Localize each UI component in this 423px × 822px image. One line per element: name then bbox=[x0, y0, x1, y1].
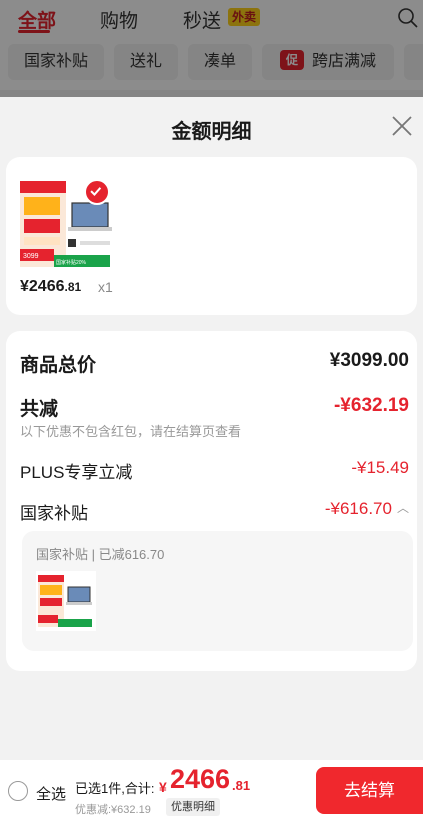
total-price-label: 商品总价 bbox=[20, 355, 97, 376]
sheet-title: 金额明细 bbox=[171, 121, 252, 143]
item-price-main: ¥2466 bbox=[20, 278, 65, 295]
discount-summary: 优惠减:¥632.19 bbox=[75, 804, 151, 816]
total-amount-decimal: .81 bbox=[232, 778, 251, 793]
plus-discount-value: -¥15.49 bbox=[351, 458, 409, 477]
item-quantity: x1 bbox=[98, 279, 113, 295]
check-badge bbox=[84, 179, 110, 205]
discount-label: 共减 bbox=[20, 399, 59, 420]
item-price-decimal: .81 bbox=[64, 280, 82, 294]
amount-detail-sheet: 金额明细 3099 国家补贴20% ¥2466.81 x1 商品总价 ¥3099… bbox=[0, 97, 423, 760]
discount-note: 以下优惠不包含红包，请在结算页查看 bbox=[20, 424, 242, 439]
subsidy-detail-text: 国家补贴 | 已减616.70 bbox=[36, 547, 165, 562]
select-all-radio[interactable] bbox=[8, 781, 28, 801]
checkout-button[interactable]: 去结算 bbox=[316, 767, 423, 814]
price-summary-card: 商品总价 ¥3099.00 共减 -¥632.19 以下优惠不包含红包，请在结算… bbox=[6, 331, 417, 671]
product-card: 3099 国家补贴20% ¥2466.81 x1 bbox=[6, 157, 417, 315]
national-subsidy-value: -¥616.70 bbox=[324, 499, 392, 518]
item-price: ¥2466.81 bbox=[20, 278, 81, 296]
thumbnail-price-tag: 3099 bbox=[23, 253, 39, 260]
modal-backdrop[interactable] bbox=[0, 0, 423, 97]
discount-value: -¥632.19 bbox=[333, 395, 409, 416]
total-amount-integer: 2466 bbox=[170, 764, 231, 794]
subsidy-product-thumbnail[interactable] bbox=[36, 571, 96, 631]
plus-discount-label: PLUS专享立减 bbox=[20, 463, 133, 482]
national-subsidy-label: 国家补贴 bbox=[20, 504, 88, 523]
checkmark-icon bbox=[90, 187, 102, 197]
total-price-value: ¥3099.00 bbox=[329, 350, 409, 371]
total-currency: ¥ bbox=[159, 779, 167, 795]
chevron-up-icon: ︿ bbox=[396, 501, 409, 515]
subsidy-detail-box: 国家补贴 | 已减616.70 bbox=[22, 531, 413, 651]
checkout-bar: 全选 已选1件,合计: ¥ 2466 .81 优惠减:¥632.19 优惠明细 … bbox=[0, 760, 423, 822]
national-subsidy-toggle[interactable]: -¥616.70 ︿ bbox=[325, 499, 409, 519]
selected-count-text: 已选1件,合计: bbox=[75, 781, 155, 796]
close-icon[interactable] bbox=[389, 113, 415, 139]
discount-detail-button[interactable]: 优惠明细 bbox=[166, 798, 220, 816]
thumbnail-subsidy-tag: 国家补贴20% bbox=[56, 259, 87, 266]
select-all-label[interactable]: 全选 bbox=[36, 783, 66, 804]
